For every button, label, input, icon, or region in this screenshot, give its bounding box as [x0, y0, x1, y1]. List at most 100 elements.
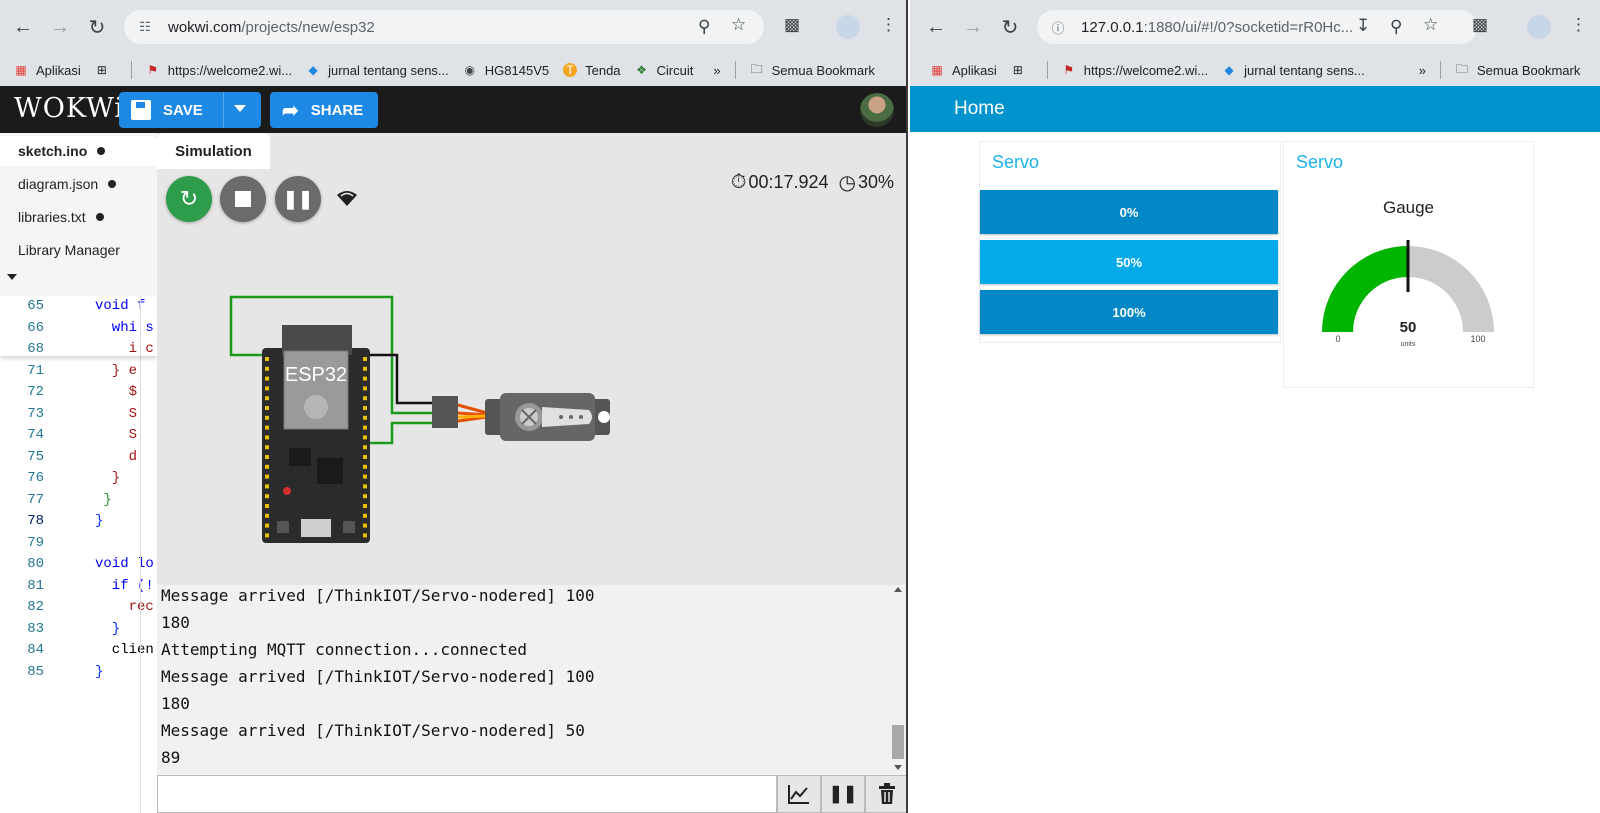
file-tab-sketch[interactable]: sketch.ino — [0, 136, 157, 166]
trash-icon — [879, 783, 895, 804]
reload-button[interactable]: ↻ — [84, 14, 110, 40]
wokwi-logo[interactable]: WOKWi — [14, 93, 124, 124]
info-icon[interactable]: ⓘ — [1049, 18, 1067, 36]
code-text: clien — [95, 642, 154, 658]
serial-line: Message arrived [/ThinkIOT/Servo-nodered… — [161, 721, 585, 740]
url-path: :1880/ui/#!/0?socketid=rR0Hc... — [1143, 18, 1354, 36]
line-number: 72 — [27, 384, 44, 400]
file-tab-diagram[interactable]: diagram.json — [0, 169, 157, 199]
dropdown-arrow-icon[interactable] — [234, 105, 246, 112]
servo-0-button[interactable]: 0% — [980, 190, 1278, 234]
profile-avatar[interactable] — [1527, 15, 1551, 39]
servo-100-button[interactable]: 100% — [980, 290, 1278, 334]
apps-grid-icon: ▦ — [15, 63, 27, 77]
bookmark-item[interactable]: ▦ Aplikasi — [14, 63, 80, 78]
bookmark-label: HG8145V5 — [484, 62, 550, 78]
bookmark-star-icon[interactable]: ☆ — [731, 15, 746, 35]
tab-groups-button[interactable]: ⊞ — [1011, 63, 1033, 77]
diamond-icon: ◆ — [308, 63, 318, 77]
header-pin — [363, 533, 367, 538]
file-tab-libraries[interactable]: libraries.txt — [0, 202, 157, 232]
serial-line: 180 — [161, 613, 190, 632]
reload-button[interactable]: ↻ — [997, 14, 1023, 40]
plotter-button[interactable] — [777, 775, 821, 813]
header-pin — [363, 415, 367, 420]
forward-button[interactable]: → — [960, 14, 986, 40]
line-number: 85 — [27, 663, 44, 680]
code-text: if (! — [95, 577, 154, 594]
circuit-diagram[interactable]: ESP32 — [217, 293, 627, 558]
group-title: Servo — [1296, 152, 1344, 172]
pause-simulation-button[interactable]: ❚❚ — [275, 176, 321, 222]
scroll-up-icon[interactable] — [894, 587, 902, 592]
bookmark-label: Circuit — [656, 62, 694, 78]
zoom-icon[interactable]: ⚲ — [1390, 17, 1402, 37]
back-button[interactable]: ← — [923, 14, 949, 40]
restart-simulation-button[interactable]: ↻ — [166, 176, 212, 222]
bookmark-label: jurnal tentang sens... — [328, 62, 449, 78]
extensions-icon[interactable]: ▩ — [1472, 15, 1488, 35]
serial-monitor[interactable]: Message arrived [/ThinkIOT/Servo-nodered… — [157, 585, 906, 775]
bookmark-item[interactable]: ◉ HG8145V5 — [463, 62, 550, 78]
more-bookmarks-button[interactable]: » — [1419, 63, 1426, 78]
serial-line: Message arrived [/ThinkIOT/Servo-nodered… — [161, 667, 595, 686]
browser-menu-icon[interactable]: ⋮ — [1570, 15, 1587, 35]
header-pin — [363, 386, 367, 391]
tab-simulation[interactable]: Simulation — [157, 133, 270, 169]
back-button[interactable]: ← — [10, 14, 36, 40]
site-settings-icon[interactable]: ☷ — [136, 18, 154, 36]
address-bar[interactable]: ☷ wokwi.com/projects/new/esp32 — [124, 10, 764, 44]
header-pin — [265, 396, 269, 401]
stop-simulation-button[interactable] — [220, 176, 266, 222]
sticky-scroll-header — [0, 296, 157, 356]
wifi-icon — [335, 188, 359, 208]
timer-value: 00:17.924 — [748, 172, 829, 192]
tab-groups-button[interactable]: ⊞ — [95, 63, 117, 77]
bookmark-item[interactable]: ◆ jurnal tentang sens... — [1222, 63, 1364, 78]
bookmark-item[interactable]: ❖ Circuit — [635, 62, 694, 78]
code-line: 78} — [0, 513, 157, 535]
pause-serial-button[interactable]: ❚❚ — [821, 775, 865, 813]
user-avatar[interactable] — [860, 93, 894, 127]
serial-scrollbar[interactable] — [892, 585, 904, 775]
profile-avatar[interactable] — [836, 15, 860, 39]
bookmark-item[interactable]: ◆ jurnal tentang sens... — [306, 62, 449, 78]
scroll-down-icon[interactable] — [894, 765, 902, 770]
bookmark-star-icon[interactable]: ☆ — [1423, 15, 1438, 35]
bookmark-item[interactable]: ⚑ https://welcome2.wi... — [1062, 63, 1208, 78]
gauge-units: units — [1401, 341, 1416, 348]
modified-dot — [97, 147, 106, 155]
esp32-board: ESP32 — [262, 325, 370, 543]
share-button[interactable]: ➦ SHARE — [270, 92, 378, 128]
bookmark-item[interactable]: ⚑ https://welcome2.wi... — [146, 63, 292, 78]
library-manager-tab[interactable]: Library Manager — [0, 235, 157, 265]
line-number: 77 — [27, 491, 44, 508]
code-editor[interactable]: 65 void f 66 whi s 68 i c 71 } e 72 $73 S 74 S… — [0, 296, 157, 813]
bookmark-item[interactable]: T Tenda — [563, 63, 621, 78]
servo-50-button[interactable]: 50% — [980, 240, 1278, 284]
zoom-icon[interactable]: ⚲ — [698, 17, 710, 37]
editor-divider — [140, 296, 141, 813]
address-bar[interactable]: ⓘ 127.0.0.1:1880/ui/#!/0?socketid=rR0Hc.… — [1037, 10, 1477, 44]
save-button[interactable]: SAVE — [119, 92, 261, 128]
folder-icon: 🗀 — [750, 61, 763, 76]
simulation-timer: ⏱ 00:17.924 ◷ 30% — [731, 170, 894, 195]
url-path: /projects/new/esp32 — [241, 18, 375, 36]
all-bookmarks-button[interactable]: 🗀 Semua Bookmark — [1455, 62, 1580, 78]
forward-button[interactable]: → — [47, 14, 73, 40]
bookmark-divider — [1046, 61, 1048, 79]
scroll-thumb[interactable] — [892, 725, 904, 759]
apps-grid-icon: ▦ — [931, 63, 943, 77]
clear-serial-button[interactable] — [865, 775, 906, 813]
extensions-icon[interactable]: ▩ — [784, 15, 800, 35]
bookmark-item[interactable]: ▦ Aplikasi — [930, 63, 996, 78]
header-pin — [363, 455, 367, 459]
serial-input[interactable] — [157, 775, 777, 813]
browser-menu-icon[interactable]: ⋮ — [880, 15, 897, 35]
header-pin — [363, 376, 367, 381]
all-bookmarks-button[interactable]: 🗀 Semua Bookmark — [750, 61, 875, 78]
line-number: 81 — [27, 577, 44, 594]
more-bookmarks-button[interactable]: » — [713, 63, 720, 78]
tabs-overflow-icon[interactable] — [7, 274, 17, 280]
install-app-icon[interactable]: ↧ — [1356, 16, 1370, 36]
